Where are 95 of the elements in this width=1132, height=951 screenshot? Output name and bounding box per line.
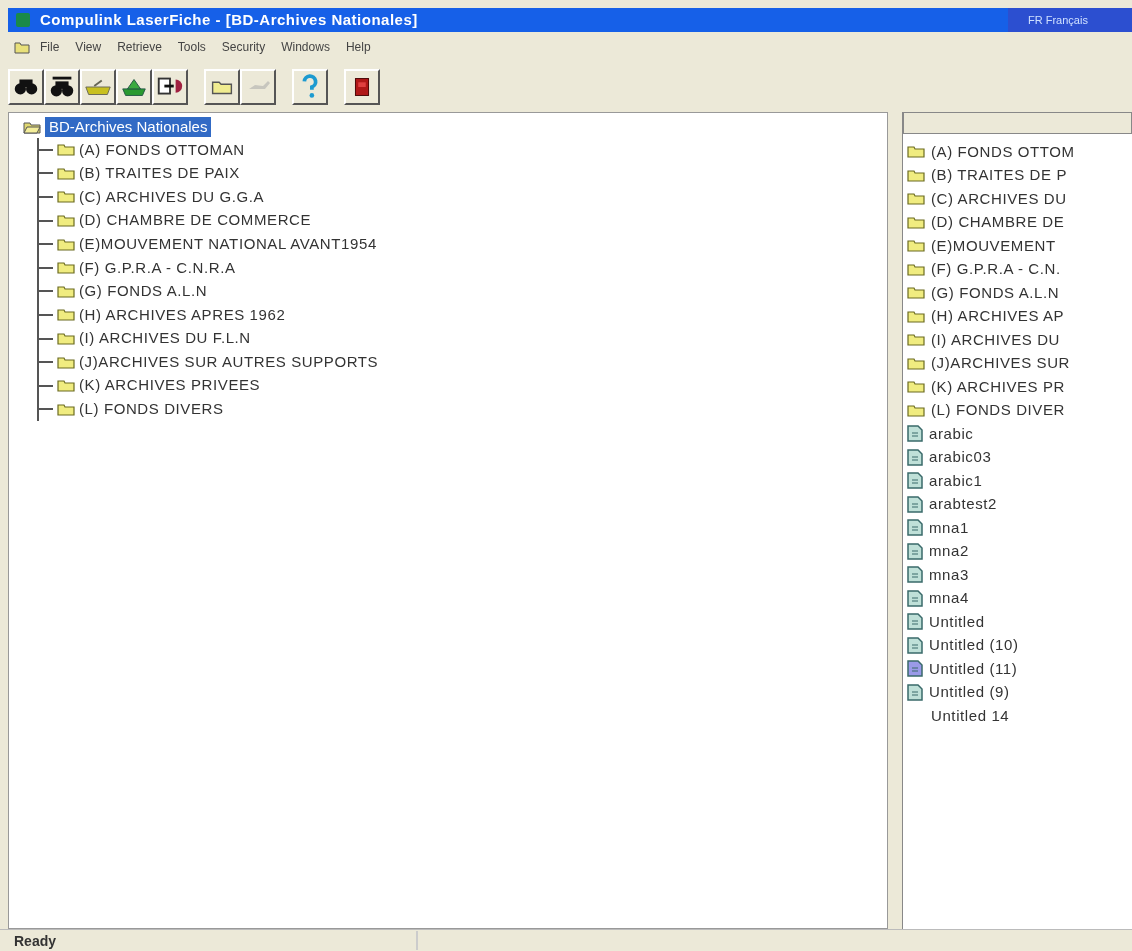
- document-icon: [907, 636, 923, 654]
- tree-item[interactable]: (K) ARCHIVES PRIVEES: [79, 374, 261, 397]
- folder-icon: [57, 166, 75, 180]
- folder-icon: [57, 190, 75, 204]
- list-item[interactable]: (B) TRAITES DE P: [931, 164, 1067, 187]
- tree-item[interactable]: (A) FONDS OTTOMAN: [79, 138, 245, 162]
- folder-icon: [907, 215, 925, 229]
- toolbar-button[interactable]: [80, 69, 116, 105]
- list-item[interactable]: (A) FONDS OTTOM: [931, 140, 1075, 163]
- document-icon: [907, 519, 923, 537]
- status-text: Ready: [8, 931, 418, 950]
- document-icon: [907, 425, 923, 443]
- folder-icon: [57, 143, 75, 157]
- document-icon: [907, 683, 923, 701]
- list-item[interactable]: arabic: [929, 422, 974, 445]
- list-item[interactable]: Untitled: [929, 610, 985, 633]
- folder-icon: [907, 356, 925, 370]
- column-header[interactable]: [903, 112, 1132, 134]
- menu-item[interactable]: Retrieve: [111, 38, 168, 56]
- list-item[interactable]: Untitled (10): [929, 634, 1019, 657]
- list-item[interactable]: (G) FONDS A.L.N: [931, 281, 1060, 304]
- list-item[interactable]: mna3: [929, 563, 969, 586]
- folder-icon: [907, 168, 925, 182]
- tree-item[interactable]: (H) ARCHIVES APRES 1962: [79, 303, 286, 327]
- list-item[interactable]: (F) G.P.R.A - C.N.: [931, 258, 1061, 281]
- menu-item[interactable]: Security: [215, 38, 272, 56]
- list-item[interactable]: arabtest2: [929, 493, 997, 516]
- tree-item[interactable]: (D) CHAMBRE DE COMMERCE: [79, 209, 312, 232]
- tree-item[interactable]: (F) G.P.R.A - C.N.R.A: [79, 256, 236, 279]
- tree-item[interactable]: (C) ARCHIVES DU G.G.A: [79, 185, 265, 209]
- toolbar-button[interactable]: [116, 69, 152, 105]
- menu-item[interactable]: Tools: [171, 38, 212, 56]
- document-icon: [907, 472, 923, 490]
- list-item[interactable]: Untitled 14: [931, 704, 1010, 727]
- folder-icon: [14, 40, 30, 54]
- menu-item[interactable]: View: [69, 38, 108, 56]
- toolbar-button[interactable]: [292, 69, 328, 105]
- folder-icon: [57, 355, 75, 369]
- menu-item[interactable]: Windows: [275, 38, 336, 56]
- toolbar-button[interactable]: [8, 69, 44, 105]
- list-item[interactable]: (J)ARCHIVES SUR: [931, 352, 1070, 375]
- tree-item[interactable]: (I) ARCHIVES DU F.L.N: [79, 327, 251, 350]
- app-icon: [16, 13, 30, 27]
- list-item[interactable]: (K) ARCHIVES PR: [931, 375, 1066, 398]
- document-icon: [907, 613, 923, 631]
- list-item[interactable]: (E)MOUVEMENT: [931, 234, 1056, 257]
- folder-icon: [57, 332, 75, 346]
- tree-item[interactable]: (B) TRAITES DE PAIX: [79, 162, 240, 185]
- document-icon: [907, 589, 923, 607]
- window-title: Compulink LaserFiche - [BD-Archives Nationales]: [40, 9, 418, 30]
- document-icon: [907, 566, 923, 584]
- folder-icon: [907, 309, 925, 323]
- list-item[interactable]: mna2: [929, 540, 969, 563]
- tree-item[interactable]: (E)MOUVEMENT NATIONAL AVANT1954: [79, 232, 377, 256]
- toolbar-button[interactable]: [204, 69, 240, 105]
- list-item[interactable]: (H) ARCHIVES AP: [931, 305, 1065, 328]
- folder-icon: [907, 380, 925, 394]
- folder-icon: [57, 214, 75, 228]
- list-item[interactable]: (C) ARCHIVES DU: [931, 187, 1067, 210]
- document-icon: [907, 542, 923, 560]
- list-item[interactable]: (I) ARCHIVES DU: [931, 328, 1060, 351]
- document-icon: [907, 495, 923, 513]
- menu-item[interactable]: File: [34, 38, 66, 56]
- list-item[interactable]: arabic03: [929, 446, 992, 469]
- list-item[interactable]: mna1: [929, 516, 969, 539]
- toolbar-button[interactable]: [44, 69, 80, 105]
- toolbar-button[interactable]: [344, 69, 380, 105]
- folder-icon: [57, 284, 75, 298]
- list-item[interactable]: Untitled (9): [929, 681, 1010, 704]
- folder-icon: [907, 239, 925, 253]
- tree-item[interactable]: BD-Archives Nationales: [45, 117, 212, 137]
- document-icon: [907, 660, 923, 678]
- folder-icon: [57, 261, 75, 275]
- folder-icon: [907, 145, 925, 159]
- tree-item[interactable]: (G) FONDS A.L.N: [79, 280, 208, 303]
- folder-icon: [907, 286, 925, 300]
- language-indicator[interactable]: FR Français: [1008, 8, 1132, 32]
- list-item[interactable]: arabic1: [929, 469, 983, 492]
- tree-item[interactable]: (J)ARCHIVES SUR AUTRES SUPPORTS: [79, 350, 379, 374]
- menu-item[interactable]: Help: [339, 38, 377, 56]
- toolbar-button[interactable]: [152, 69, 188, 105]
- list-item[interactable]: mna4: [929, 587, 969, 610]
- folder-icon: [57, 237, 75, 251]
- folder-icon: [907, 333, 925, 347]
- document-icon: [907, 448, 923, 466]
- list-item[interactable]: (L) FONDS DIVER: [931, 399, 1065, 422]
- folder-icon: [57, 308, 75, 322]
- list-item[interactable]: Untitled (11): [929, 657, 1018, 680]
- folder-icon: [907, 262, 925, 276]
- folder-icon: [907, 192, 925, 206]
- folder-icon: [907, 403, 925, 417]
- folder-icon: [57, 379, 75, 393]
- tree-item[interactable]: (L) FONDS DIVERS: [79, 398, 224, 421]
- folder-icon: [57, 402, 75, 416]
- list-item[interactable]: (D) CHAMBRE DE: [931, 211, 1065, 234]
